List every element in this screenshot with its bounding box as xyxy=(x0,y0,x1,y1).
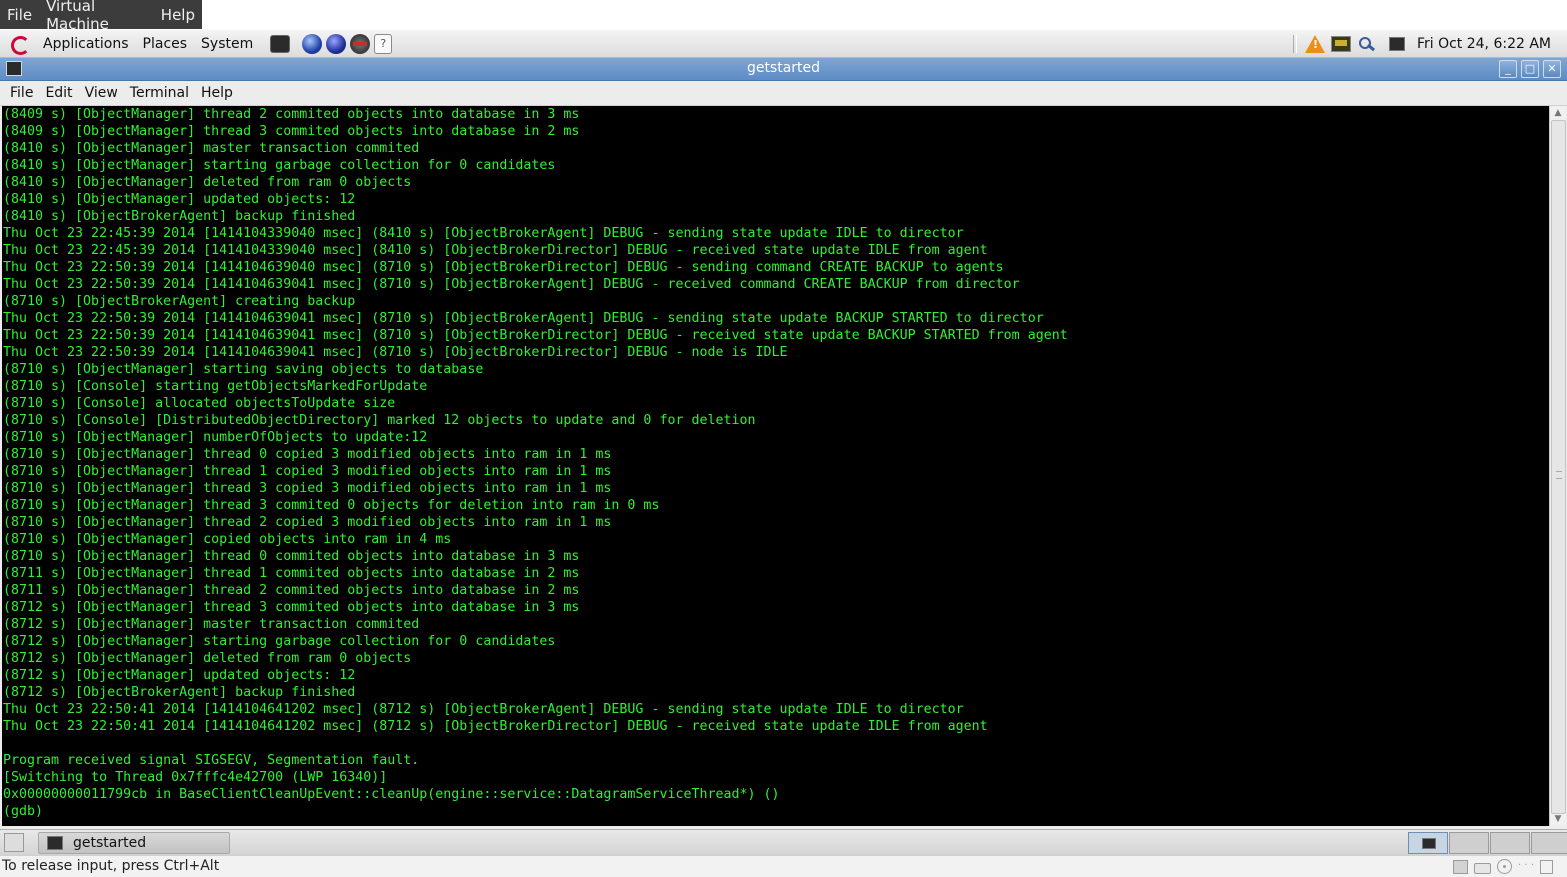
terminal-line: (8410 s) [ObjectManager] updated objects… xyxy=(3,192,356,207)
window-buttons: _ □ ✕ xyxy=(1499,60,1561,78)
terminal-menubar: File Edit View Terminal Help xyxy=(0,81,1567,106)
warning-icon[interactable] xyxy=(1304,34,1325,53)
terminal-tray-icon[interactable] xyxy=(1388,36,1405,51)
workspace-3[interactable] xyxy=(1490,832,1530,854)
terminal-line: Thu Oct 23 22:50:41 2014 [1414104641202 … xyxy=(3,702,964,717)
terminal-line: (gdb) xyxy=(3,804,52,819)
terminal-menu-help[interactable]: Help xyxy=(195,85,239,101)
terminal-line: (8710 s) [Console] allocated objectsToUp… xyxy=(3,396,396,411)
terminal-line: (8712 s) [ObjectManager] starting garbag… xyxy=(3,634,556,649)
activity-dots-icon: · · · xyxy=(1518,860,1534,871)
top-panel: Applications Places System ? Fri Oct 24,… xyxy=(0,30,1567,58)
help-icon[interactable]: ? xyxy=(374,33,393,54)
system-menu[interactable]: System xyxy=(194,36,260,52)
terminal-line: Thu Oct 23 22:50:39 2014 [1414104639041 … xyxy=(3,311,1044,326)
scroll-down-arrow-icon[interactable]: ▼ xyxy=(1550,812,1566,826)
terminal-menu-view[interactable]: View xyxy=(79,85,124,101)
cd-drive-icon[interactable] xyxy=(1497,859,1512,874)
window-titlebar[interactable]: getstarted _ □ ✕ xyxy=(0,58,1567,81)
terminal-line: (8710 s) [ObjectManager] starting saving… xyxy=(3,362,484,377)
terminal-line: (8712 s) [ObjectManager] updated objects… xyxy=(3,668,356,683)
terminal-line: Program received signal SIGSEGV, Segment… xyxy=(3,753,420,768)
scrollbar-thumb[interactable] xyxy=(1551,120,1566,814)
vm-menu-group: File Virtual Machine Help xyxy=(0,0,202,33)
usb-device-icon[interactable] xyxy=(1540,860,1553,874)
terminal-line: Thu Oct 23 22:50:39 2014 [1414104639041 … xyxy=(3,277,1020,292)
terminal-line: (8710 s) [ObjectManager] thread 3 copied… xyxy=(3,481,612,496)
media-record-icon[interactable] xyxy=(350,33,371,54)
applications-menu[interactable]: Applications xyxy=(36,36,136,52)
terminal-line: Thu Oct 23 22:50:39 2014 [1414104639041 … xyxy=(3,328,1068,343)
terminal-line: (8710 s) [ObjectManager] copied objects … xyxy=(3,532,452,547)
debian-logo-icon[interactable] xyxy=(10,35,30,55)
terminal-line: Thu Oct 23 22:45:39 2014 [1414104339040 … xyxy=(3,243,988,258)
vm-menu-file[interactable]: File xyxy=(0,6,39,24)
hard-disk-icon[interactable] xyxy=(1474,863,1491,874)
bottom-panel: getstarted xyxy=(0,829,1567,855)
terminal-line: (8712 s) [ObjectManager] deleted from ra… xyxy=(3,651,412,666)
terminal-line: (8410 s) [ObjectManager] deleted from ra… xyxy=(3,175,412,190)
terminal-menu-edit[interactable]: Edit xyxy=(39,85,78,101)
terminal-output[interactable]: (8409 s) [ObjectManager] thread 2 commit… xyxy=(2,106,1549,826)
terminal-line: (8710 s) [ObjectManager] thread 0 copied… xyxy=(3,447,612,462)
workspace-2[interactable] xyxy=(1449,832,1489,854)
workspace-switcher xyxy=(1407,832,1567,854)
terminal-task-icon xyxy=(47,836,63,850)
window-title: getstarted xyxy=(746,60,821,76)
terminal-line: (8711 s) [ObjectManager] thread 1 commit… xyxy=(3,566,580,581)
terminal-line: (8710 s) [Console] [DistributedObjectDir… xyxy=(3,413,756,428)
vm-menubar: File Virtual Machine Help xyxy=(0,0,1567,33)
terminal-line: (8710 s) [ObjectManager] thread 0 commit… xyxy=(3,549,580,564)
terminal-line: (8712 s) [ObjectManager] thread 3 commit… xyxy=(3,600,580,615)
maximize-button[interactable]: □ xyxy=(1521,60,1539,78)
terminal-line: [Switching to Thread 0x7fffc4e42700 (LWP… xyxy=(3,770,388,785)
terminal-line: (8712 s) [ObjectBrokerAgent] backup fini… xyxy=(3,685,356,700)
terminal-line: (8711 s) [ObjectManager] thread 2 commit… xyxy=(3,583,580,598)
terminal-scrollbar[interactable]: ▲ ▼ xyxy=(1549,106,1566,826)
workspace-1[interactable] xyxy=(1408,832,1448,854)
keyring-icon[interactable] xyxy=(1357,35,1377,53)
terminal-line: (8710 s) [ObjectManager] thread 3 commit… xyxy=(3,498,660,513)
terminal-line: (8410 s) [ObjectBrokerAgent] backup fini… xyxy=(3,209,356,224)
system-tray: Fri Oct 24, 6:22 AM xyxy=(1292,30,1567,57)
terminal-line: (8410 s) [ObjectManager] master transact… xyxy=(3,141,420,156)
tray-separator xyxy=(1292,34,1297,53)
vm-menu-help[interactable]: Help xyxy=(154,6,202,24)
taskbar-label: getstarted xyxy=(73,835,147,851)
terminal-line: (8409 s) [ObjectManager] thread 2 commit… xyxy=(3,107,580,122)
show-desktop-icon[interactable] xyxy=(4,833,24,852)
terminal-line: Thu Oct 23 22:45:39 2014 [1414104339040 … xyxy=(3,226,964,241)
terminal-line: (8710 s) [ObjectBrokerAgent] creating ba… xyxy=(3,294,356,309)
network-adapter-icon[interactable] xyxy=(1453,860,1468,874)
close-button[interactable]: ✕ xyxy=(1543,60,1561,78)
clock[interactable]: Fri Oct 24, 6:22 AM xyxy=(1417,36,1551,52)
vm-menu-virtual-machine[interactable]: Virtual Machine xyxy=(39,0,154,33)
taskbar-button-getstarted[interactable]: getstarted xyxy=(38,832,230,854)
terminal-line: (8710 s) [ObjectManager] thread 1 copied… xyxy=(3,464,612,479)
terminal-line: Thu Oct 23 22:50:39 2014 [1414104639040 … xyxy=(3,260,1004,275)
terminal-line: (8410 s) [ObjectManager] starting garbag… xyxy=(3,158,556,173)
scroll-up-arrow-icon[interactable]: ▲ xyxy=(1550,106,1566,120)
terminal-line: Thu Oct 23 22:50:39 2014 [1414104639041 … xyxy=(3,345,788,360)
eclipse-icon[interactable] xyxy=(326,33,347,54)
terminal-line: (8712 s) [ObjectManager] master transact… xyxy=(3,617,420,632)
places-menu[interactable]: Places xyxy=(136,36,195,52)
display-icon[interactable] xyxy=(1330,35,1351,52)
terminal-line: (8710 s) [ObjectManager] thread 2 copied… xyxy=(3,515,612,530)
minimize-button[interactable]: _ xyxy=(1499,60,1517,78)
web-browser-icon[interactable] xyxy=(302,33,323,54)
terminal-line: (8409 s) [ObjectManager] thread 3 commit… xyxy=(3,124,580,139)
vm-statusbar: To release input, press Ctrl+Alt · · · xyxy=(0,855,1567,877)
terminal-line: (8710 s) [Console] starting getObjectsMa… xyxy=(3,379,428,394)
terminal-line: (8710 s) [ObjectManager] numberOfObjects… xyxy=(3,430,428,445)
vm-device-icons: · · · xyxy=(1453,858,1553,874)
workspace-4[interactable] xyxy=(1531,832,1567,854)
terminal-menu-terminal[interactable]: Terminal xyxy=(124,85,195,101)
terminal-menu-file[interactable]: File xyxy=(4,85,39,101)
terminal-launcher-icon[interactable] xyxy=(270,34,291,53)
release-input-hint: To release input, press Ctrl+Alt xyxy=(2,858,220,874)
terminal-line: Thu Oct 23 22:50:41 2014 [1414104641202 … xyxy=(3,719,988,734)
terminal-line: 0x00000000011799cb in BaseClientCleanUpE… xyxy=(3,787,780,802)
